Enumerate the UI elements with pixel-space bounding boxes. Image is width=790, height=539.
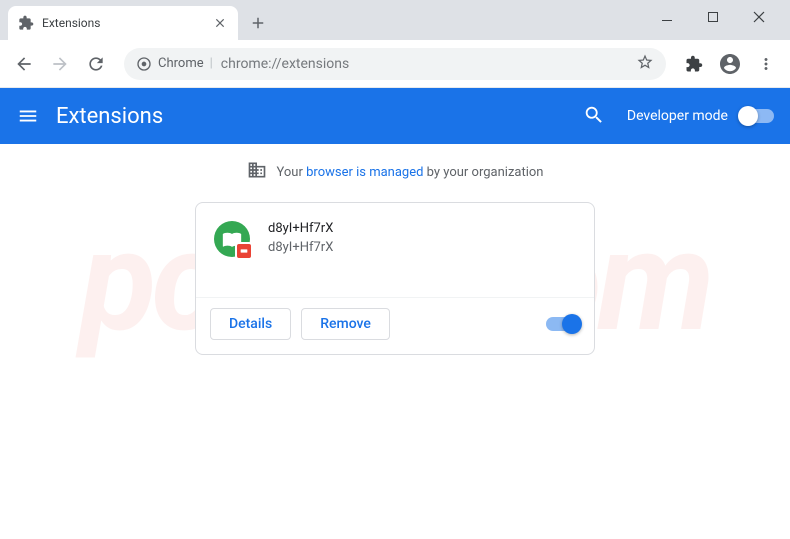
extension-card-top: d8yI+Hf7rX d8yI+Hf7rX	[196, 203, 594, 297]
content-area: Your browser is managed by your organiza…	[0, 144, 790, 355]
forward-button[interactable]	[46, 50, 74, 78]
browser-toolbar: Chrome | chrome://extensions	[0, 40, 790, 88]
close-icon[interactable]	[212, 15, 228, 31]
building-icon	[247, 160, 267, 184]
back-button[interactable]	[10, 50, 38, 78]
page-title: Extensions	[56, 104, 583, 129]
developer-mode-toggle[interactable]	[740, 109, 774, 123]
tab-strip: Extensions	[8, 6, 644, 40]
extension-info: d8yI+Hf7rX d8yI+Hf7rX	[268, 221, 333, 257]
extension-description: d8yI+Hf7rX	[268, 240, 333, 255]
security-label: Chrome	[158, 56, 204, 71]
details-button[interactable]: Details	[210, 308, 291, 340]
menu-icon[interactable]	[752, 50, 780, 78]
address-bar[interactable]: Chrome | chrome://extensions	[124, 48, 666, 80]
close-window-button[interactable]	[736, 2, 782, 32]
site-info[interactable]: Chrome |	[136, 56, 213, 72]
puzzle-icon	[18, 15, 34, 31]
managed-link[interactable]: browser is managed	[306, 165, 423, 180]
tab-title: Extensions	[42, 16, 204, 30]
chrome-icon	[136, 56, 152, 72]
developer-mode-label: Developer mode	[627, 108, 728, 124]
extension-card-bottom: Details Remove	[196, 297, 594, 354]
managed-banner: Your browser is managed by your organiza…	[247, 144, 544, 202]
remove-button[interactable]: Remove	[301, 308, 390, 340]
reload-button[interactable]	[82, 50, 110, 78]
browser-tab[interactable]: Extensions	[8, 6, 238, 40]
window-titlebar: Extensions	[0, 0, 790, 40]
extension-icon	[214, 221, 250, 257]
extension-card: d8yI+Hf7rX d8yI+Hf7rX Details Remove	[195, 202, 595, 355]
badge-icon	[235, 242, 253, 260]
minimize-button[interactable]	[644, 2, 690, 32]
separator: |	[210, 56, 213, 71]
hamburger-icon[interactable]	[16, 104, 40, 128]
window-controls	[644, 2, 782, 32]
new-tab-button[interactable]	[244, 9, 272, 37]
extension-name: d8yI+Hf7rX	[268, 221, 333, 236]
maximize-button[interactable]	[690, 2, 736, 32]
managed-text: Your browser is managed by your organiza…	[277, 165, 544, 180]
extensions-header: Extensions Developer mode	[0, 88, 790, 144]
bookmark-icon[interactable]	[636, 53, 654, 75]
search-icon[interactable]	[583, 104, 607, 128]
extension-enable-toggle[interactable]	[546, 317, 580, 331]
extensions-icon[interactable]	[680, 50, 708, 78]
url-text: chrome://extensions	[221, 56, 628, 72]
profile-icon[interactable]	[716, 50, 744, 78]
